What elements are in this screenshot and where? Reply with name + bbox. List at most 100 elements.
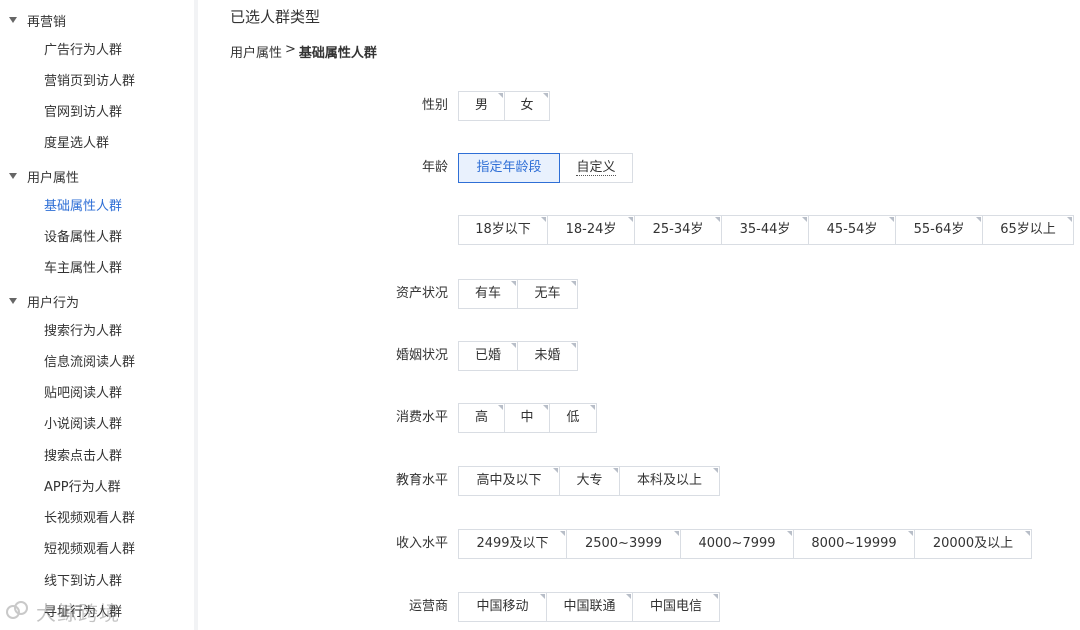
caret-down-icon [9, 298, 17, 304]
income-option[interactable]: 8000~19999 [794, 530, 915, 558]
education-option-high-school[interactable]: 高中及以下 [459, 467, 560, 495]
education-label: 教育水平 [395, 473, 448, 488]
corner-mark-icon [540, 594, 545, 599]
corner-mark-icon [553, 468, 558, 473]
option-label: 18岁以下 [475, 222, 531, 237]
sidebar-item-search-behavior[interactable]: 搜索行为人群 [44, 321, 122, 343]
corner-mark-icon [713, 468, 718, 473]
age-range-option[interactable]: 45-54岁 [809, 216, 896, 244]
option-label: 无车 [534, 286, 561, 301]
income-option[interactable]: 2499及以下 [459, 530, 567, 558]
education-selector: 高中及以下 大专 本科及以上 [458, 466, 720, 496]
assets-option-no-car[interactable]: 无车 [518, 280, 577, 308]
marriage-option-married[interactable]: 已婚 [459, 342, 518, 370]
income-option[interactable]: 4000~7999 [681, 530, 794, 558]
breadcrumb: 用户属性 > 基础属性人群 [230, 42, 377, 61]
carrier-option-telecom[interactable]: 中国电信 [633, 593, 719, 621]
gender-option-female[interactable]: 女 [505, 92, 549, 120]
page-title: 已选人群类型 [230, 8, 321, 26]
age-range-option[interactable]: 25-34岁 [635, 216, 722, 244]
corner-mark-icon [511, 281, 516, 286]
sidebar-item-landing-visitors[interactable]: 营销页到访人群 [44, 71, 135, 93]
caret-down-icon [9, 173, 17, 179]
sidebar-group-label: 用户行为 [27, 295, 80, 311]
breadcrumb-current: 基础属性人群 [298, 46, 377, 61]
income-option[interactable]: 20000及以上 [915, 530, 1031, 558]
sidebar-group-user-behavior[interactable]: 用户行为 [0, 290, 79, 312]
option-label: 本科及以上 [636, 473, 702, 488]
carrier-label: 运营商 [408, 599, 448, 614]
carrier-option-mobile[interactable]: 中国移动 [459, 593, 547, 621]
corner-mark-icon [511, 343, 516, 348]
corner-mark-icon [498, 93, 503, 98]
education-option-bachelor[interactable]: 本科及以上 [620, 467, 719, 495]
sidebar-group-user-attributes[interactable]: 用户属性 [0, 165, 79, 187]
sidebar-item-tieba-readers[interactable]: 贴吧阅读人群 [44, 383, 122, 405]
consumption-label: 消费水平 [395, 410, 448, 425]
sidebar-item-addressing-behavior[interactable]: 寻址行为人群 [44, 602, 122, 624]
sidebar-group-remarketing[interactable]: 再营销 [0, 9, 66, 31]
option-label: 高中及以下 [476, 473, 542, 488]
income-option[interactable]: 2500~3999 [567, 530, 681, 558]
assets-selector: 有车 无车 [458, 279, 578, 309]
sidebar-item-site-visitors[interactable]: 官网到访人群 [44, 102, 122, 124]
breadcrumb-separator: > [285, 42, 296, 57]
option-label: 高 [474, 410, 488, 425]
option-label: 55-64岁 [913, 222, 965, 237]
carrier-option-unicom[interactable]: 中国联通 [547, 593, 633, 621]
option-label: 2499及以下 [476, 536, 549, 551]
option-label: 未婚 [534, 348, 561, 363]
age-mode-selector: 指定年龄段 自定义 [458, 153, 633, 183]
corner-mark-icon [713, 594, 718, 599]
age-range-option[interactable]: 18-24岁 [548, 216, 635, 244]
sidebar: 再营销 广告行为人群 营销页到访人群 官网到访人群 度星选人群 用户属性 基础属… [0, 0, 198, 630]
sidebar-item-ad-behavior[interactable]: 广告行为人群 [44, 40, 122, 62]
assets-option-has-car[interactable]: 有车 [459, 280, 518, 308]
sidebar-item-device-attributes[interactable]: 设备属性人群 [44, 227, 122, 249]
option-label: 4000~7999 [698, 536, 776, 551]
education-option-college[interactable]: 大专 [560, 467, 620, 495]
corner-mark-icon [715, 217, 720, 222]
sidebar-item-duxingxuan[interactable]: 度星选人群 [44, 133, 109, 155]
sidebar-item-short-video[interactable]: 短视频观看人群 [44, 539, 135, 561]
sidebar-item-offline-visitors[interactable]: 线下到访人群 [44, 571, 122, 593]
sidebar-item-long-video[interactable]: 长视频观看人群 [44, 508, 135, 530]
consumption-option-medium[interactable]: 中 [505, 404, 550, 432]
option-label: 18-24岁 [565, 222, 617, 237]
sidebar-item-feed-readers[interactable]: 信息流阅读人群 [44, 352, 135, 374]
corner-mark-icon [498, 405, 503, 410]
breadcrumb-parent[interactable]: 用户属性 [230, 42, 282, 61]
option-label: 25-34岁 [652, 222, 704, 237]
caret-down-icon [9, 17, 17, 23]
consumption-selector: 高 中 低 [458, 403, 597, 433]
corner-mark-icon [908, 531, 913, 536]
sidebar-item-car-owner[interactable]: 车主属性人群 [44, 258, 122, 280]
corner-mark-icon [543, 405, 548, 410]
age-range-option[interactable]: 35-44岁 [722, 216, 809, 244]
corner-mark-icon [560, 531, 565, 536]
marriage-selector: 已婚 未婚 [458, 341, 578, 371]
sidebar-item-basic-attributes[interactable]: 基础属性人群 [44, 196, 122, 218]
sidebar-item-app-behavior[interactable]: APP行为人群 [44, 477, 121, 499]
option-label: 女 [520, 98, 534, 113]
corner-mark-icon [571, 343, 576, 348]
age-range-option[interactable]: 65岁以上 [983, 216, 1073, 244]
option-label: 有车 [474, 286, 501, 301]
age-range-option[interactable]: 55-64岁 [896, 216, 983, 244]
sidebar-item-novel-readers[interactable]: 小说阅读人群 [44, 414, 122, 436]
age-range-option[interactable]: 18岁以下 [459, 216, 548, 244]
gender-option-male[interactable]: 男 [459, 92, 505, 120]
corner-mark-icon [541, 217, 546, 222]
corner-mark-icon [889, 217, 894, 222]
age-mode-custom[interactable]: 自定义 [560, 154, 632, 182]
consumption-option-high[interactable]: 高 [459, 404, 505, 432]
marriage-label: 婚姻状况 [395, 348, 448, 363]
age-mode-specified[interactable]: 指定年龄段 [458, 153, 560, 183]
marriage-option-single[interactable]: 未婚 [518, 342, 577, 370]
option-label: 45-54岁 [826, 222, 878, 237]
corner-mark-icon [590, 405, 595, 410]
sidebar-item-search-clicks[interactable]: 搜索点击人群 [44, 446, 122, 468]
option-label: 20000及以上 [932, 536, 1014, 551]
corner-mark-icon [1067, 217, 1072, 222]
consumption-option-low[interactable]: 低 [550, 404, 596, 432]
